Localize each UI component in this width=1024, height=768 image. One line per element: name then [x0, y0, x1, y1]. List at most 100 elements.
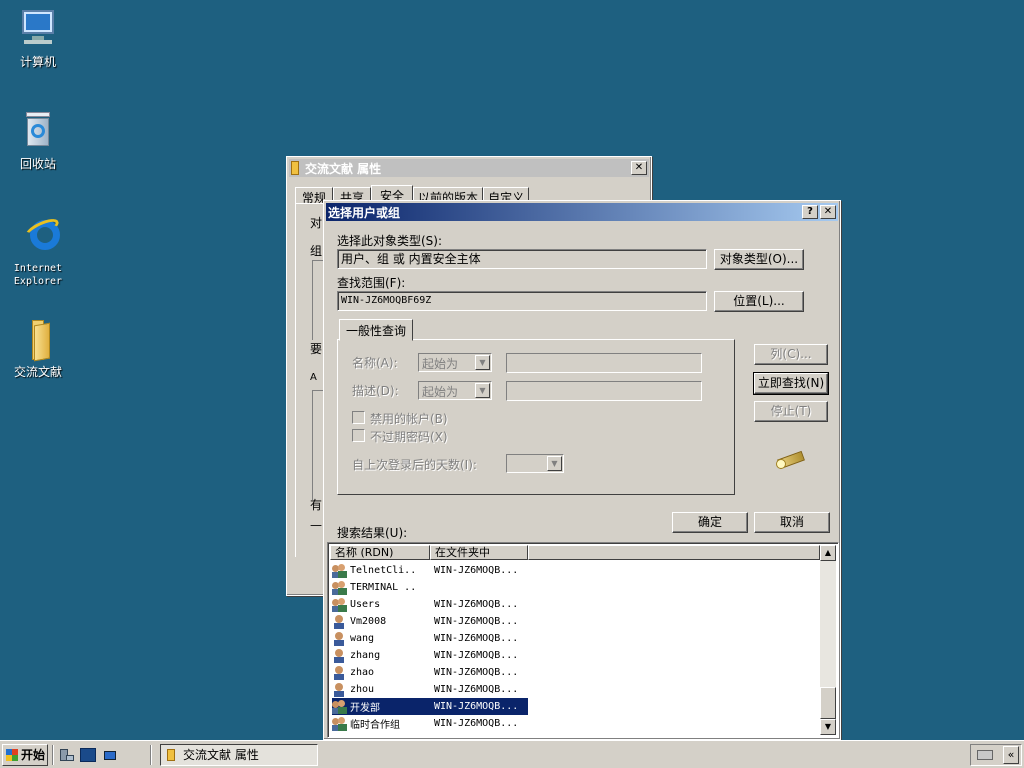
result-name-cell: Vm2008: [332, 614, 414, 629]
object-types-button[interactable]: 对象类型(O)...: [714, 249, 804, 270]
user-icon: [332, 682, 348, 697]
group-icon: [332, 699, 348, 714]
result-name-cell: TERMINAL ...: [332, 580, 414, 595]
close-button[interactable]: ✕: [820, 205, 836, 219]
start-button[interactable]: 开始: [2, 744, 48, 766]
group-icon: [332, 597, 348, 612]
chevron-down-icon: ▼: [475, 355, 490, 370]
non-expiring-password-checkbox[interactable]: [352, 429, 365, 442]
stop-button[interactable]: 停止(T): [754, 401, 828, 422]
cancel-button[interactable]: 取消: [754, 512, 830, 533]
table-row[interactable]: TERMINAL ...: [332, 579, 528, 596]
result-folder: WIN-JZ6MOQB...: [434, 684, 519, 695]
properties-titlebar: 交流文献 属性 ✕: [289, 159, 649, 177]
recycle-bin-icon: [14, 108, 62, 156]
system-tray: «: [970, 744, 1022, 766]
result-name: zhou: [350, 684, 375, 695]
start-label: 开始: [21, 748, 46, 762]
scroll-thumb[interactable]: [820, 687, 836, 719]
dialog-title: 选择用户或组: [328, 205, 401, 220]
object-type-field: 用户、组 或 内置安全主体: [337, 249, 707, 269]
desktop-icon-computer[interactable]: 计算机: [0, 6, 76, 69]
name-label: 名称(A):: [352, 356, 398, 370]
name-mode-value: 起始为: [422, 357, 459, 371]
description-mode-select[interactable]: 起始为 ▼: [418, 381, 492, 400]
taskbar-separator: [150, 745, 152, 765]
table-row[interactable]: 临时合作组 WIN-JZ6MOQB...: [332, 715, 528, 732]
keyboard-icon[interactable]: [977, 750, 993, 760]
result-name: Vm2008: [350, 616, 387, 627]
desktop-icon-label: 计算机: [19, 55, 56, 69]
column-header-name[interactable]: 名称 (RDN): [330, 545, 430, 560]
table-row[interactable]: TelnetCli... WIN-JZ6MOQB...: [332, 562, 528, 579]
columns-button[interactable]: 列(C)...: [754, 344, 828, 365]
location-field: WIN-JZ6MOQBF69Z: [337, 291, 707, 311]
result-name: zhang: [350, 650, 381, 661]
result-folder: WIN-JZ6MOQB...: [434, 633, 519, 644]
disabled-accounts-checkbox[interactable]: [352, 411, 365, 424]
result-folder: WIN-JZ6MOQB...: [434, 616, 519, 627]
ok-button[interactable]: 确定: [672, 512, 748, 533]
desktop-icon-folder[interactable]: 交流文献: [0, 316, 76, 379]
table-row[interactable]: Vm2008 WIN-JZ6MOQB...: [332, 613, 528, 630]
search-flashlight-icon: [774, 447, 808, 473]
result-name: Users: [350, 599, 381, 610]
result-folder: WIN-JZ6MOQB...: [434, 650, 519, 661]
result-name-cell: zhou: [332, 682, 414, 697]
computer-icon: [14, 6, 62, 54]
table-row[interactable]: wang WIN-JZ6MOQB...: [332, 630, 528, 647]
taskbar-item-label: 交流文献 属性: [183, 748, 259, 762]
non-expiring-password-label: 不过期密码(X): [370, 430, 448, 444]
panel-fragment: —: [310, 518, 322, 532]
description-input[interactable]: [506, 381, 702, 401]
result-name-cell: 开发部: [332, 699, 414, 714]
result-folder: WIN-JZ6MOQB...: [434, 565, 519, 576]
help-button[interactable]: ?: [802, 205, 818, 219]
desktop-icon-recycle-bin[interactable]: 回收站: [0, 108, 76, 171]
panel-fragment: 对: [310, 216, 323, 230]
panel-fragment: 有: [310, 498, 323, 512]
table-row[interactable]: zhou WIN-JZ6MOQB...: [332, 681, 528, 698]
common-queries-panel: 名称(A): 起始为 ▼ 描述(D): 起始为 ▼ 禁用的帐户(B) 不过期密码…: [337, 339, 735, 495]
name-input[interactable]: [506, 353, 702, 373]
show-desktop-icon[interactable]: [102, 747, 118, 763]
panel-fragment: 组: [310, 244, 323, 258]
user-icon: [332, 631, 348, 646]
chevron-down-icon: ▼: [547, 456, 562, 471]
table-row[interactable]: zhao WIN-JZ6MOQB...: [332, 664, 528, 681]
result-name-cell: zhang: [332, 648, 414, 663]
result-name: wang: [350, 633, 375, 644]
windows-logo-icon: [6, 749, 18, 761]
user-icon: [332, 614, 348, 629]
panel-fragment: 要: [310, 342, 323, 356]
taskbar-item-properties[interactable]: 交流文献 属性: [160, 744, 318, 766]
powershell-icon[interactable]: [80, 748, 96, 762]
find-now-button[interactable]: 立即查找(N): [753, 372, 829, 395]
column-header-folder[interactable]: 在文件夹中: [430, 545, 528, 560]
select-users-dialog: 选择用户或组 ? ✕ 选择此对象类型(S): 用户、组 或 内置安全主体 对象类…: [323, 200, 841, 740]
user-icon: [332, 648, 348, 663]
locations-button[interactable]: 位置(L)...: [714, 291, 804, 312]
search-results-list[interactable]: 名称 (RDN) 在文件夹中 TelnetCli... WIN-JZ6MOQB..…: [327, 542, 839, 738]
desktop-icon-internet-explorer[interactable]: Internet Explorer: [0, 212, 76, 288]
folder-icon: [291, 161, 299, 175]
column-header-filler: [528, 545, 820, 560]
tab-common-queries[interactable]: 一般性查询: [339, 319, 414, 341]
name-mode-select[interactable]: 起始为 ▼: [418, 353, 492, 372]
group-icon: [332, 563, 348, 578]
scroll-up-button[interactable]: ▲: [820, 545, 836, 561]
expand-tray-icon[interactable]: «: [1003, 746, 1019, 764]
table-row[interactable]: Users WIN-JZ6MOQB...: [332, 596, 528, 613]
results-scrollbar[interactable]: ▲ ▼: [820, 545, 836, 735]
table-row[interactable]: 开发部 WIN-JZ6MOQB...: [332, 698, 528, 715]
quicklaunch-separator: [52, 745, 54, 765]
table-row[interactable]: zhang WIN-JZ6MOQB...: [332, 647, 528, 664]
group-icon: [332, 716, 348, 731]
group-icon: [332, 580, 348, 595]
close-button[interactable]: ✕: [631, 161, 647, 175]
desktop-icon-label: 交流文献: [13, 365, 62, 379]
days-since-logon-select[interactable]: ▼: [506, 454, 564, 473]
server-manager-icon[interactable]: [58, 747, 74, 763]
scroll-down-button[interactable]: ▼: [820, 719, 836, 735]
result-name-cell: Users: [332, 597, 414, 612]
